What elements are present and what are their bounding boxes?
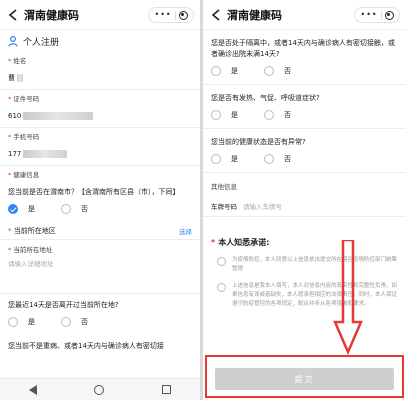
- question-contact: 您是否处于隔离中，或者14天内与确诊病人有密切接触，或者确诊出院未满14天?: [211, 39, 395, 58]
- name-field[interactable]: * 姓名 曹: [0, 52, 200, 90]
- phone-value: 177: [8, 150, 22, 158]
- pledge-item-1[interactable]: 为疫情防控，本人同意以上信息依法提交所在辖区疫情防控部门统筹管理: [203, 252, 406, 278]
- radio-icon[interactable]: [8, 317, 18, 327]
- contact-options: 是 否: [203, 60, 406, 85]
- submit-button[interactable]: 提交: [215, 368, 394, 390]
- back-arrow-icon[interactable]: [209, 8, 223, 22]
- right-screen: 渭南健康码 ••• 您是否处于隔离中，或者14天内与确诊病人有密切接触，或者确诊…: [203, 0, 406, 400]
- nav-back-icon[interactable]: [28, 384, 37, 395]
- question-health-status: 您当前的健康状态是否有异常?: [211, 138, 306, 146]
- more-dots-icon[interactable]: •••: [154, 11, 171, 19]
- health-status-no[interactable]: 否: [264, 154, 291, 164]
- fever-yes[interactable]: 是: [211, 110, 238, 120]
- radio-icon[interactable]: [264, 66, 274, 76]
- person-icon: [8, 35, 18, 47]
- question-left-14-days: 您最近14天是否离开过当前所在地?: [8, 301, 119, 309]
- radio-icon[interactable]: [211, 66, 221, 76]
- title-bar: 渭南健康码 •••: [203, 0, 406, 30]
- close-target-icon[interactable]: [178, 10, 188, 20]
- question-fever: 您是否有发热、气促、呼吸道症状?: [211, 94, 320, 102]
- commitment-title: * 本人知悉承诺:: [211, 238, 270, 247]
- page-title: 渭南健康码: [24, 8, 79, 22]
- phone-field[interactable]: * 手机号码 177: [0, 128, 200, 166]
- more-dots-icon[interactable]: •••: [360, 11, 377, 19]
- contact-yes[interactable]: 是: [211, 66, 238, 76]
- radio-icon[interactable]: [211, 154, 221, 164]
- radio-icon[interactable]: [264, 110, 274, 120]
- question-cut-off: 您当前不是重病、或者14天内与确诊病人有密切接: [8, 342, 164, 350]
- id-number-value: 610: [8, 112, 22, 120]
- address-input[interactable]: 请输入详细地址: [0, 256, 200, 280]
- name-value: 曹: [8, 74, 15, 82]
- plate-number-input[interactable]: 请输入车牌号: [243, 201, 282, 211]
- redacted-block: [17, 74, 23, 82]
- page-title: 渭南健康码: [227, 8, 282, 22]
- left-14-options: 是 否: [0, 311, 200, 335]
- left-screen: 渭南健康码 ••• 个人注册 * 姓名 曹 * 证件号码 610 * 手机号码 177…: [0, 0, 200, 400]
- radio-icon[interactable]: [61, 204, 71, 214]
- health-status-yes[interactable]: 是: [211, 154, 238, 164]
- contact-no[interactable]: 否: [264, 66, 291, 76]
- system-nav-bar: [0, 378, 200, 400]
- question-in-weinan: 您当前是否在渭南市？【含渭南所有区县（市），下同】: [8, 188, 180, 196]
- pledge-checkbox-icon[interactable]: [217, 257, 226, 266]
- submit-highlight-box: 提交: [205, 355, 404, 398]
- current-region-row[interactable]: * 当前所在地区 选择: [0, 222, 200, 240]
- radio-icon[interactable]: [211, 110, 221, 120]
- other-info-label: 其他信息: [211, 183, 237, 191]
- health-status-options: 是 否: [203, 148, 406, 173]
- health-info-section: * 健康信息: [8, 171, 40, 179]
- redacted-block: [23, 112, 94, 120]
- title-bar: 渭南健康码 •••: [0, 0, 200, 30]
- pledge-checkbox-icon[interactable]: [217, 283, 226, 292]
- left-14-no[interactable]: 否: [61, 317, 88, 327]
- redacted-block: [23, 150, 68, 158]
- radio-icon[interactable]: [61, 317, 71, 327]
- pledge-item-2[interactable]: 上述信息是我本人填写，本人对信息内容的真实性和完整性负责。如果信息有误或者缺失，…: [203, 278, 406, 313]
- registration-title: 个人注册: [23, 37, 60, 48]
- fever-options: 是 否: [203, 104, 406, 129]
- fever-no[interactable]: 否: [264, 110, 291, 120]
- in-weinan-yes[interactable]: 是: [8, 204, 35, 214]
- mini-program-capsule: •••: [354, 7, 400, 23]
- plate-number-row[interactable]: 车牌号码 请输入车牌号: [203, 195, 406, 217]
- select-region-link[interactable]: 选择: [179, 226, 192, 236]
- back-arrow-icon[interactable]: [6, 8, 20, 22]
- annotation-arrow-icon: [333, 240, 363, 355]
- close-target-icon[interactable]: [384, 10, 394, 20]
- id-number-field[interactable]: * 证件号码 610: [0, 90, 200, 128]
- radio-checked-icon[interactable]: [8, 204, 18, 214]
- radio-icon[interactable]: [264, 154, 274, 164]
- nav-recent-icon[interactable]: [162, 385, 172, 394]
- in-weinan-options: 是 否: [0, 198, 200, 222]
- in-weinan-no[interactable]: 否: [61, 204, 88, 214]
- mini-program-capsule: •••: [148, 7, 194, 23]
- plate-number-label: 车牌号码: [211, 202, 237, 211]
- left-14-yes[interactable]: 是: [8, 317, 35, 327]
- registration-header: 个人注册: [0, 30, 200, 52]
- nav-home-icon[interactable]: [94, 384, 105, 395]
